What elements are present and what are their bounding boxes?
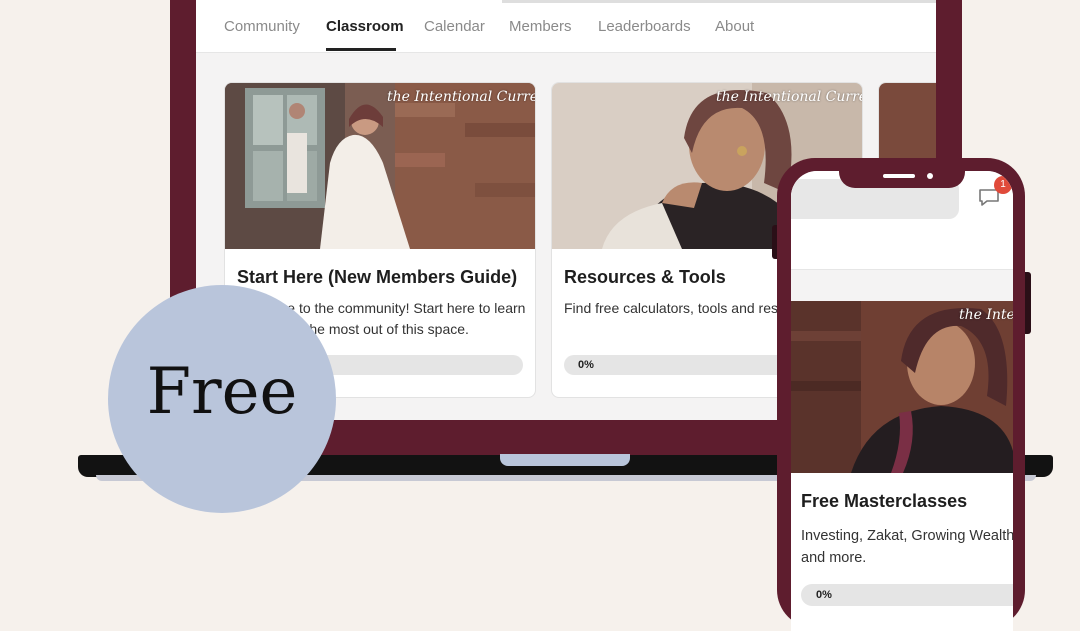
course-title: Resources & Tools <box>564 267 726 287</box>
tab-leaderboards[interactable]: Leaderboards <box>598 18 691 35</box>
laptop-hinge-notch <box>500 454 630 466</box>
progress-label: 0% <box>816 589 832 601</box>
course-cover-image <box>225 83 535 249</box>
progress-label: 0% <box>578 359 594 371</box>
free-badge-label: Free <box>146 355 298 429</box>
phone-speaker <box>883 174 915 178</box>
course-title: Free Masterclasses <box>801 491 968 511</box>
search-bar[interactable] <box>502 0 936 3</box>
phone-screen: 1 the Intentional Currency Free Mastercl… <box>791 171 1013 631</box>
top-navigation: Community Classroom Calendar Members Lea… <box>196 0 936 53</box>
course-title: Start Here (New Members Guide) <box>237 267 518 287</box>
tab-about[interactable]: About <box>715 18 754 35</box>
course-description: Investing, Zakat, Growing Wealth and mor… <box>801 528 1013 566</box>
phone-camera <box>927 173 933 179</box>
brand-watermark: the Intentional Currency <box>716 89 862 105</box>
course-cover-image <box>791 301 1013 473</box>
brand-watermark: the Intentional Currency <box>387 89 535 105</box>
phone-notch <box>839 158 965 188</box>
course-card-masterclasses[interactable]: the Intentional Currency Free Masterclas… <box>791 301 1013 631</box>
course-progress-bar: 0% <box>801 584 1013 606</box>
brand-watermark: the Intentional Currency <box>959 307 1013 323</box>
tab-community[interactable]: Community <box>224 18 300 35</box>
notification-badge: 1 <box>994 176 1012 194</box>
free-badge: Free <box>108 285 336 513</box>
tab-classroom[interactable]: Classroom <box>326 18 404 35</box>
phone-power-button <box>1025 272 1031 334</box>
active-tab-indicator <box>326 48 396 51</box>
tab-calendar[interactable]: Calendar <box>424 18 485 35</box>
tab-members[interactable]: Members <box>509 18 572 35</box>
